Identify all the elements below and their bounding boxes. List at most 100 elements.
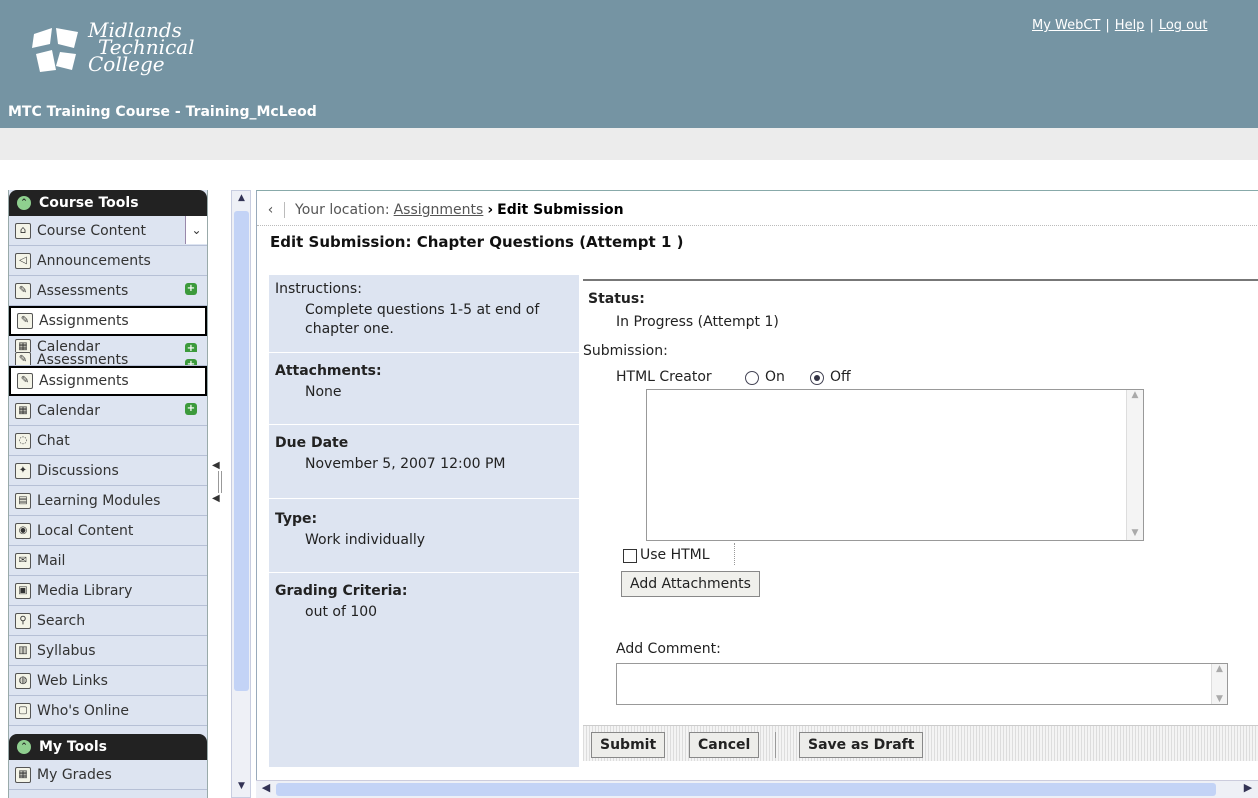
use-html-label: Use HTML	[640, 547, 710, 563]
new-items-plus-icon: +	[185, 359, 197, 365]
sidebar-item-label: Syllabus	[37, 642, 96, 659]
sidebar-item-web-links[interactable]: ◍ Web Links	[9, 666, 207, 696]
help-link[interactable]: Help	[1115, 18, 1145, 33]
grades-icon: ▦	[15, 766, 31, 783]
collapse-chevron-icon[interactable]: ⌃	[17, 740, 31, 754]
scroll-up-icon[interactable]: ▲	[234, 193, 249, 207]
sidebar-item-local-content[interactable]: ◉ Local Content	[9, 516, 207, 546]
comment-textarea[interactable]: ▲ ▼	[616, 663, 1228, 705]
scroll-left-icon[interactable]: ◀	[258, 781, 274, 794]
scroll-down-icon[interactable]: ▼	[1212, 694, 1227, 704]
divider	[734, 543, 735, 565]
sidebar-item-chat[interactable]: ◌ Chat	[9, 426, 207, 456]
web-icon: ◍	[15, 672, 31, 689]
sidebar-item-course-content[interactable]: ⌂ Course Content ⌄	[9, 216, 207, 246]
collapse-chevron-icon[interactable]: ⌃	[17, 196, 31, 210]
scrollbar-thumb[interactable]	[276, 783, 1216, 796]
my-tools-header[interactable]: ⌃ My Tools	[9, 734, 207, 760]
breadcrumb: ‹ Your location: Assignments › Edit Subm…	[257, 199, 624, 221]
horizontal-scrollbar[interactable]: ◀ ▶	[256, 780, 1258, 798]
sidebar-item-label: Assessments	[37, 282, 129, 299]
add-comment-label: Add Comment:	[616, 641, 721, 657]
sidebar-item-announcements[interactable]: ◁ Announcements	[9, 246, 207, 276]
breadcrumb-divider	[257, 225, 1258, 226]
sidebar-item-who-s-online[interactable]: ▢ Who's Online	[9, 696, 207, 726]
html-creator-off-radio[interactable]	[810, 371, 824, 385]
collapse-sidebar-handle[interactable]: ◀ ◀	[212, 460, 228, 520]
sidebar-item-search[interactable]: ⚲ Search	[9, 606, 207, 636]
scroll-down-icon[interactable]: ▼	[234, 781, 249, 795]
sidebar-item-assignments[interactable]: ✎ Assignments	[9, 366, 207, 396]
due-date-label: Due Date	[275, 435, 349, 451]
sidebar-item-label: Web Links	[37, 672, 108, 689]
sidebar-item-label: Chat	[37, 432, 70, 449]
megaphone-icon: ◁	[15, 252, 31, 269]
sidebar-item-learning-modules[interactable]: ▤ Learning Modules	[9, 486, 207, 516]
scroll-down-icon[interactable]: ▼	[1127, 528, 1143, 538]
main-content: ‹ Your location: Assignments › Edit Subm…	[256, 190, 1258, 798]
sidebar-item-assessments[interactable]: ✎ Assessments +	[9, 352, 207, 366]
breadcrumb-assignments-link[interactable]: Assignments	[394, 202, 484, 218]
pin-icon: ✦	[15, 462, 31, 479]
status-value: In Progress (Attempt 1)	[616, 314, 779, 330]
scroll-right-icon[interactable]: ▶	[1240, 781, 1256, 794]
course-tools-header[interactable]: ⌃ Course Tools	[9, 190, 207, 216]
sidebar-item-label: My Grades	[37, 766, 112, 783]
sidebar-item-label: Assignments	[39, 373, 129, 389]
sidebar-item-assessments[interactable]: ✎ Assessments +	[9, 276, 207, 306]
submission-textarea[interactable]: ▲ ▼	[646, 389, 1144, 541]
use-html-checkbox[interactable]	[623, 549, 637, 563]
chevron-down-icon[interactable]: ⌄	[185, 216, 207, 244]
instructions-label: Instructions:	[275, 281, 362, 297]
toolbar-strip	[0, 128, 1258, 160]
html-creator-on-radio[interactable]	[745, 371, 759, 385]
grading-label: Grading Criteria:	[275, 583, 408, 599]
divider	[775, 732, 776, 758]
type-label: Type:	[275, 511, 318, 527]
sidebar-item-mail[interactable]: ✉ Mail	[9, 546, 207, 576]
sidebar-scrollbar[interactable]: ▲ ▼	[231, 190, 251, 798]
sidebar-item-my-grades[interactable]: ▦ My Grades	[9, 760, 207, 790]
online-icon: ▢	[15, 702, 31, 719]
breadcrumb-current: Edit Submission	[497, 202, 624, 218]
scroll-up-icon[interactable]: ▲	[1127, 390, 1143, 400]
status-label: Status:	[588, 291, 645, 307]
my-tools-label: My Tools	[39, 739, 107, 755]
instructions-value: Complete questions 1-5 at end of chapter…	[305, 302, 540, 337]
attachments-value: None	[305, 384, 342, 400]
college-logo-icon	[32, 28, 78, 72]
calendar-icon: ▦	[15, 402, 31, 419]
sidebar-item-calendar[interactable]: ▦ Calendar +	[9, 396, 207, 426]
college-logo-text: Midlands Technical College	[88, 20, 195, 74]
due-date-value: November 5, 2007 12:00 PM	[305, 456, 506, 472]
sidebar-item-syllabus[interactable]: ▥ Syllabus	[9, 636, 207, 666]
link-separator: |	[1105, 18, 1110, 33]
sidebar-item-assignments[interactable]: ✎ Assignments	[9, 306, 207, 336]
submit-button[interactable]: Submit	[591, 732, 666, 758]
new-items-plus-icon: +	[185, 283, 197, 295]
html-creator-off-label: Off	[830, 369, 851, 385]
add-attachments-button[interactable]: Add Attachments	[621, 571, 760, 597]
collapse-arrow-icon: ◀	[212, 493, 220, 504]
course-title: MTC Training Course - Training_McLeod	[8, 104, 317, 120]
syllabus-icon: ▥	[15, 642, 31, 659]
scroll-up-icon[interactable]: ▲	[1212, 664, 1227, 674]
scrollbar-thumb[interactable]	[234, 211, 249, 691]
sidebar-item-label: Assignments	[39, 313, 129, 329]
link-separator: |	[1149, 18, 1154, 33]
sidebar-item-label: Assessments	[37, 352, 129, 366]
module-icon: ▤	[15, 492, 31, 509]
course-tools-label: Course Tools	[39, 195, 139, 211]
logout-link[interactable]: Log out	[1159, 18, 1208, 33]
type-block: Type: Work individually	[269, 499, 579, 573]
course-tools-list: ⌂ Course Content ⌄ ◁ Announcements ✎ Assessmen…	[9, 216, 207, 726]
sidebar-item-label: Who's Online	[37, 702, 130, 719]
my-webct-link[interactable]: My WebCT	[1032, 18, 1100, 33]
cancel-button[interactable]: Cancel	[689, 732, 760, 758]
back-arrow-icon[interactable]: ‹	[257, 202, 285, 218]
sidebar-item-media-library[interactable]: ▣ Media Library	[9, 576, 207, 606]
sidebar-item-discussions[interactable]: ✦ Discussions	[9, 456, 207, 486]
textarea-scrollbar[interactable]: ▲ ▼	[1126, 390, 1143, 540]
comment-scrollbar[interactable]: ▲ ▼	[1211, 664, 1227, 704]
save-draft-button[interactable]: Save as Draft	[799, 732, 924, 758]
